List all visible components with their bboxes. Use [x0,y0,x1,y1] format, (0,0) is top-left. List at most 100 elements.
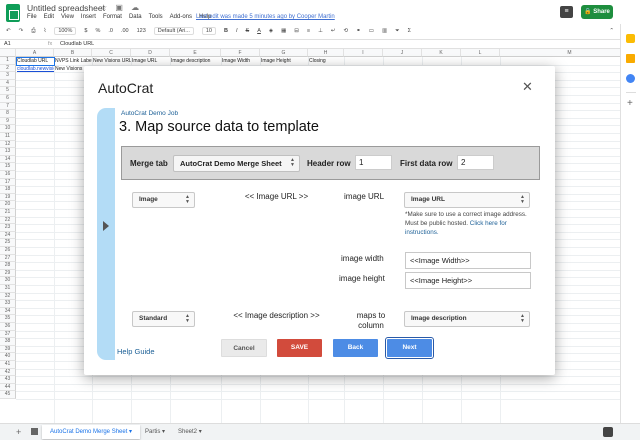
decrease-decimal-button[interactable]: .0 [108,28,113,34]
next-button[interactable]: Next [385,337,434,359]
select-all-corner[interactable] [0,49,16,57]
tasks-icon[interactable] [626,74,635,83]
help-guide-link[interactable]: Help Guide [117,347,155,356]
header-row-input[interactable]: 1 [355,155,392,170]
row-header[interactable]: 12 [0,140,16,149]
row-header[interactable]: 40 [0,353,16,361]
explore-icon[interactable] [603,427,613,437]
zoom-select[interactable]: 100% [54,27,77,35]
merge-icon[interactable]: ⊟ [294,28,299,34]
share-button[interactable]: 🔒 Share [581,5,613,19]
column-header[interactable]: A [16,49,54,57]
row-header[interactable]: 28 [0,262,16,270]
column-header[interactable]: B [54,49,92,57]
valign-icon[interactable]: ⊥ [318,28,323,34]
row-header[interactable]: 37 [0,330,16,339]
cell[interactable]: Image Height [261,58,308,65]
row-header[interactable]: 20 [0,201,16,209]
column-header[interactable]: G [260,49,308,57]
row-header[interactable]: 11 [0,133,16,141]
calendar-icon[interactable] [626,34,635,43]
image-width-input[interactable]: <<Image Width>> [405,252,531,269]
rotate-icon[interactable]: ⟲ [344,28,349,34]
row-header[interactable]: 1 [0,57,16,65]
row-header[interactable]: 10 [0,125,16,133]
paint-format-icon[interactable]: ⌇ [44,28,47,34]
menu-insert[interactable]: Insert [81,14,96,20]
borders-icon[interactable]: ▦ [281,28,286,34]
increase-decimal-button[interactable]: .00 [121,28,129,34]
comments-icon[interactable]: ≡ [560,6,573,18]
row-header[interactable]: 22 [0,216,16,225]
redo-icon[interactable]: ↷ [19,28,24,34]
close-icon[interactable]: ✕ [522,79,533,95]
column-header[interactable]: E [170,49,221,57]
row-header[interactable]: 39 [0,345,16,354]
strikethrough-button[interactable]: S [246,28,250,34]
wrap-icon[interactable]: ↵ [331,28,336,34]
row-header[interactable]: 7 [0,102,16,111]
row-header[interactable]: 2 [0,64,16,73]
row-header[interactable]: 30 [0,277,16,285]
column-header[interactable]: C [92,49,131,57]
print-icon[interactable]: ⎙ [31,28,35,35]
align-icon[interactable]: ≡ [307,28,310,34]
tab-sheet2[interactable]: Sheet2 ▾ [170,425,210,439]
row-header[interactable]: 34 [0,307,16,316]
formula-input[interactable]: Cloudlab URL [60,41,94,47]
cell[interactable]: Image description [171,58,221,65]
row-header[interactable]: 31 [0,285,16,293]
field-type-select[interactable]: Standard ▲ ▼ [132,311,195,327]
row-header[interactable]: 45 [0,391,16,399]
row-header[interactable]: 32 [0,292,16,301]
menu-tools[interactable]: Tools [149,14,163,20]
merge-tab-select[interactable]: AutoCrat Demo Merge Sheet ▲ ▼ [173,155,300,172]
row-header[interactable]: 41 [0,361,16,369]
last-edit-link[interactable]: Last edit was made 5 minutes ago by Coop… [196,14,335,20]
currency-button[interactable]: $ [84,28,87,34]
row-header[interactable]: 26 [0,247,16,255]
row-header[interactable]: 6 [0,95,16,103]
collapse-toolbar-icon[interactable]: ⌃ [609,28,614,34]
sheets-logo-icon[interactable] [6,4,20,22]
fill-color-icon[interactable]: ◈ [269,28,273,34]
text-color-button[interactable]: A [257,28,261,34]
functions-icon[interactable]: Σ [408,28,411,34]
undo-icon[interactable]: ↶ [6,28,11,34]
row-header[interactable]: 5 [0,87,16,95]
add-sheet-icon[interactable]: + [16,427,21,437]
menu-file[interactable]: File [27,14,37,20]
row-header[interactable]: 9 [0,117,16,126]
chart-icon[interactable]: ▥ [382,28,387,34]
cell[interactable]: New Visions URL [93,58,131,65]
first-data-row-input[interactable]: 2 [457,155,494,170]
row-header[interactable]: 8 [0,110,16,118]
cell-reference[interactable]: A1 [4,41,11,47]
italic-button[interactable]: I [236,28,238,34]
menu-edit[interactable]: Edit [44,14,54,20]
column-header[interactable]: L [461,49,500,57]
tab-autocrat-demo-merge-sheet[interactable]: AutoCrat Demo Merge Sheet ▾ [42,425,141,439]
row-header[interactable]: 25 [0,239,16,247]
menu-view[interactable]: View [61,14,74,20]
number-format-select[interactable]: 123 [137,28,146,34]
cell[interactable]: Cloudlab URL [16,57,55,66]
expand-arrow-icon[interactable] [103,221,109,231]
row-header[interactable]: 38 [0,338,16,346]
row-header[interactable]: 16 [0,171,16,179]
tab-partis[interactable]: Partis ▾ [137,425,173,439]
percent-button[interactable]: % [95,28,100,34]
cancel-button[interactable]: Cancel [221,339,267,357]
row-header[interactable]: 14 [0,155,16,164]
row-header[interactable]: 35 [0,315,16,323]
row-header[interactable]: 18 [0,186,16,194]
menu-addons[interactable]: Add-ons [170,14,192,20]
image-height-input[interactable]: <<Image Height>> [405,272,531,289]
column-header[interactable]: M [500,49,640,57]
row-header[interactable]: 24 [0,231,16,240]
cell[interactable]: Image URL [132,58,170,65]
comment-icon[interactable]: ▭ [369,28,374,34]
keep-icon[interactable] [626,54,635,63]
row-header[interactable]: 23 [0,224,16,232]
row-header[interactable]: 17 [0,178,16,187]
